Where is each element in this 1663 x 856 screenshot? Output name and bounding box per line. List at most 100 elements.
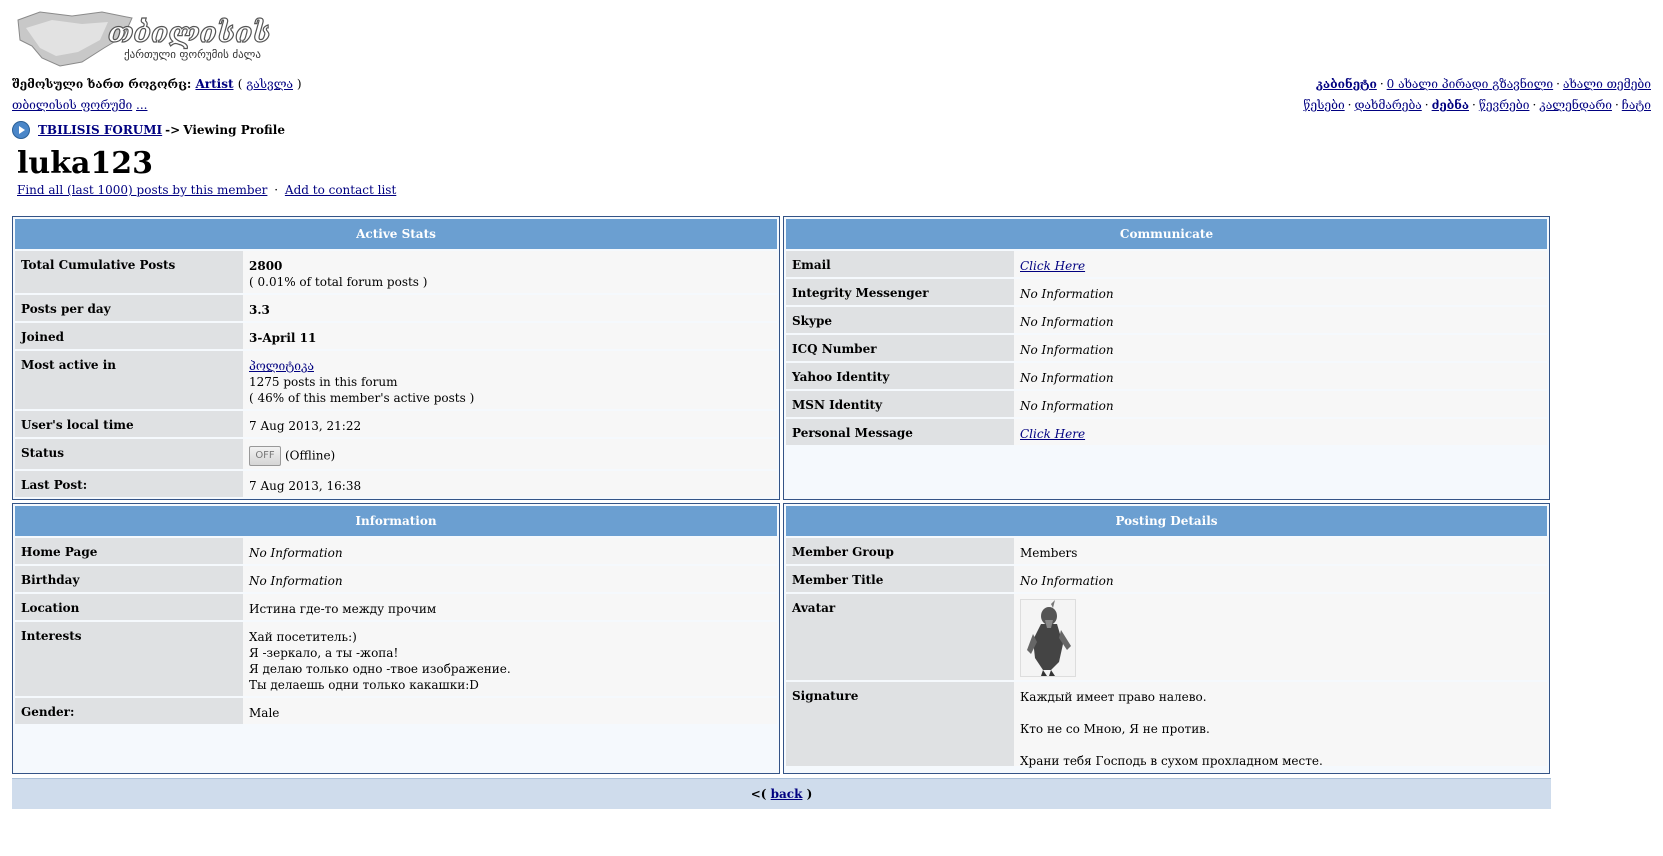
most-active-posts: 1275 posts in this forum — [249, 375, 398, 389]
stat-value: 2800 ( 0.01% of total forum posts ) — [243, 251, 777, 293]
contact-label: ICQ Number — [786, 335, 1014, 361]
nav-calendar[interactable]: კალენდარი — [1539, 98, 1612, 112]
breadcrumb-arrow: -> — [165, 123, 181, 137]
info-value: Хай посетитель:) Я -зеркало, а ты -жопа!… — [243, 622, 777, 696]
stat-label: Posts per day — [15, 295, 243, 321]
current-user-link[interactable]: Artist — [195, 77, 233, 91]
new-topics-link[interactable]: ახალი თემები — [1563, 77, 1651, 91]
active-stats-panel: Active Stats Total Cumulative Posts 2800… — [12, 216, 780, 500]
info-label: Home Page — [15, 538, 243, 564]
user-menu: კაბინეტი · 0 ახალი პირადი გზავნილი · ახალი თ… — [1315, 77, 1651, 91]
info-label: Gender: — [15, 698, 243, 724]
signature-line: Каждый имеет право налево. — [1020, 690, 1207, 704]
info-row-home: Home Page No Information — [15, 538, 777, 564]
contact-value: No Information — [1014, 279, 1547, 305]
stat-value: 3.3 — [243, 295, 777, 321]
find-posts-link[interactable]: Find all (last 1000) posts by this membe… — [17, 183, 267, 197]
posting-row-avatar: Avatar — [786, 594, 1547, 680]
stat-row-per-day: Posts per day 3.3 — [15, 295, 777, 321]
add-contact-link[interactable]: Add to contact list — [285, 183, 396, 197]
communicate-panel: Communicate Email Click Here Integrity M… — [783, 216, 1550, 500]
back-bar: <( back ) — [12, 778, 1551, 809]
back-link[interactable]: back — [771, 787, 803, 801]
breadcrumb-root-link[interactable]: TBILISIS FORUMI — [38, 123, 162, 137]
stat-label: Joined — [15, 323, 243, 349]
posting-label: Member Title — [786, 566, 1014, 592]
stat-row-last-post: Last Post: 7 Aug 2013, 16:38 — [15, 471, 777, 497]
pm-click-link[interactable]: Click Here — [1020, 427, 1085, 441]
interests-line: Хай посетитель:) — [249, 630, 357, 644]
stat-row-most-active: Most active in პოლიტიკა 1275 posts in th… — [15, 351, 777, 409]
most-active-forum-link[interactable]: პოლიტიკა — [249, 359, 314, 373]
logged-in-prefix: შემოსული ხართ როგორც: — [12, 77, 192, 91]
stat-value: 7 Aug 2013, 21:22 — [243, 411, 777, 437]
info-value: No Information — [243, 566, 777, 592]
contact-row-skype: Skype No Information — [786, 307, 1547, 333]
breadcrumb-current: Viewing Profile — [183, 123, 285, 137]
info-label: Location — [15, 594, 243, 620]
contact-row-pm: Personal Message Click Here — [786, 419, 1547, 445]
back-open: <( — [750, 787, 767, 801]
forum-logo[interactable]: თბილისის ფორუმი ქართული ფორუმის ძალა — [12, 6, 274, 72]
logout-link[interactable]: გასვლა — [246, 77, 293, 91]
contact-value: Click Here — [1014, 251, 1547, 277]
contact-label: Email — [786, 251, 1014, 277]
nav-search[interactable]: ძებნა — [1432, 98, 1469, 112]
stat-row-local-time: User's local time 7 Aug 2013, 21:22 — [15, 411, 777, 437]
contact-row-msn: MSN Identity No Information — [786, 391, 1547, 417]
posting-details-header: Posting Details — [786, 506, 1547, 536]
cabinet-link[interactable]: კაბინეტი — [1316, 77, 1377, 91]
contact-value: Click Here — [1014, 419, 1547, 445]
profile-username: luka123 — [17, 146, 154, 181]
posting-row-signature: Signature Каждый имеет право налево. Кто… — [786, 682, 1547, 768]
login-status: შემოსული ხართ როგორც: Artist ( გასვლა ) — [12, 77, 302, 91]
contact-value: No Information — [1014, 335, 1547, 361]
stat-label: Most active in — [15, 351, 243, 409]
email-click-link[interactable]: Click Here — [1020, 259, 1085, 273]
contact-label: Yahoo Identity — [786, 363, 1014, 389]
signature-line: Кто не со Мною, Я не против. — [1020, 722, 1210, 736]
stat-label: Status — [15, 439, 243, 469]
contact-row-yahoo: Yahoo Identity No Information — [786, 363, 1547, 389]
most-active-pct: ( 46% of this member's active posts ) — [249, 391, 475, 405]
stat-value: 3-April 11 — [243, 323, 777, 349]
signature-line: Храни тебя Господь в сухом прохладном ме… — [1020, 754, 1323, 768]
contact-value: No Information — [1014, 307, 1547, 333]
forum-home-link[interactable]: თბილისის ფორუმი — [12, 98, 132, 112]
nav-help[interactable]: დახმარება — [1354, 98, 1421, 112]
offline-status-icon: OFF — [249, 446, 281, 466]
posting-value — [1014, 594, 1547, 680]
nav-chat[interactable]: ჩატი — [1622, 98, 1651, 112]
stat-row-joined: Joined 3-April 11 — [15, 323, 777, 349]
nav-members[interactable]: წევრები — [1479, 98, 1530, 112]
info-row-location: Location Истина где-то между прочим — [15, 594, 777, 620]
info-label: Interests — [15, 622, 243, 696]
logo-image: თბილისის ფორუმი ქართული ფორუმის ძალა — [17, 11, 274, 67]
svg-text:თბილისის ფორუმი: თბილისის ფორუმი — [108, 16, 274, 49]
forum-more-link[interactable]: ... — [136, 98, 147, 112]
posting-label: Avatar — [786, 594, 1014, 680]
new-pm-link[interactable]: 0 ახალი პირადი გზავნილი — [1387, 77, 1553, 91]
posting-label: Signature — [786, 682, 1014, 766]
stat-value: OFF (Offline) — [243, 439, 777, 469]
stat-label: Total Cumulative Posts — [15, 251, 243, 293]
active-stats-header: Active Stats — [15, 219, 777, 249]
posting-value: No Information — [1014, 566, 1547, 592]
stat-label: User's local time — [15, 411, 243, 437]
posting-details-panel: Posting Details Member Group Members Mem… — [783, 503, 1550, 774]
info-label: Birthday — [15, 566, 243, 592]
contact-value: No Information — [1014, 391, 1547, 417]
stat-row-total-posts: Total Cumulative Posts 2800 ( 0.01% of t… — [15, 251, 777, 293]
knight-avatar-icon — [1021, 600, 1075, 676]
svg-text:ქართული ფორუმის ძალა: ქართული ფორუმის ძალა — [124, 48, 261, 61]
nav-rules[interactable]: წესები — [1303, 98, 1344, 112]
interests-line: Я -зеркало, а ты -жопа! — [249, 646, 399, 660]
avatar — [1020, 599, 1076, 677]
total-posts-pct: ( 0.01% of total forum posts ) — [249, 275, 428, 289]
stat-row-status: Status OFF (Offline) — [15, 439, 777, 469]
main-nav: წესები · დახმარება · ძებნა · წევრები · კალენდარი… — [1303, 98, 1651, 112]
posting-label: Member Group — [786, 538, 1014, 564]
contact-row-email: Email Click Here — [786, 251, 1547, 277]
posting-row-group: Member Group Members — [786, 538, 1547, 564]
stat-value: პოლიტიკა 1275 posts in this forum ( 46% … — [243, 351, 777, 409]
